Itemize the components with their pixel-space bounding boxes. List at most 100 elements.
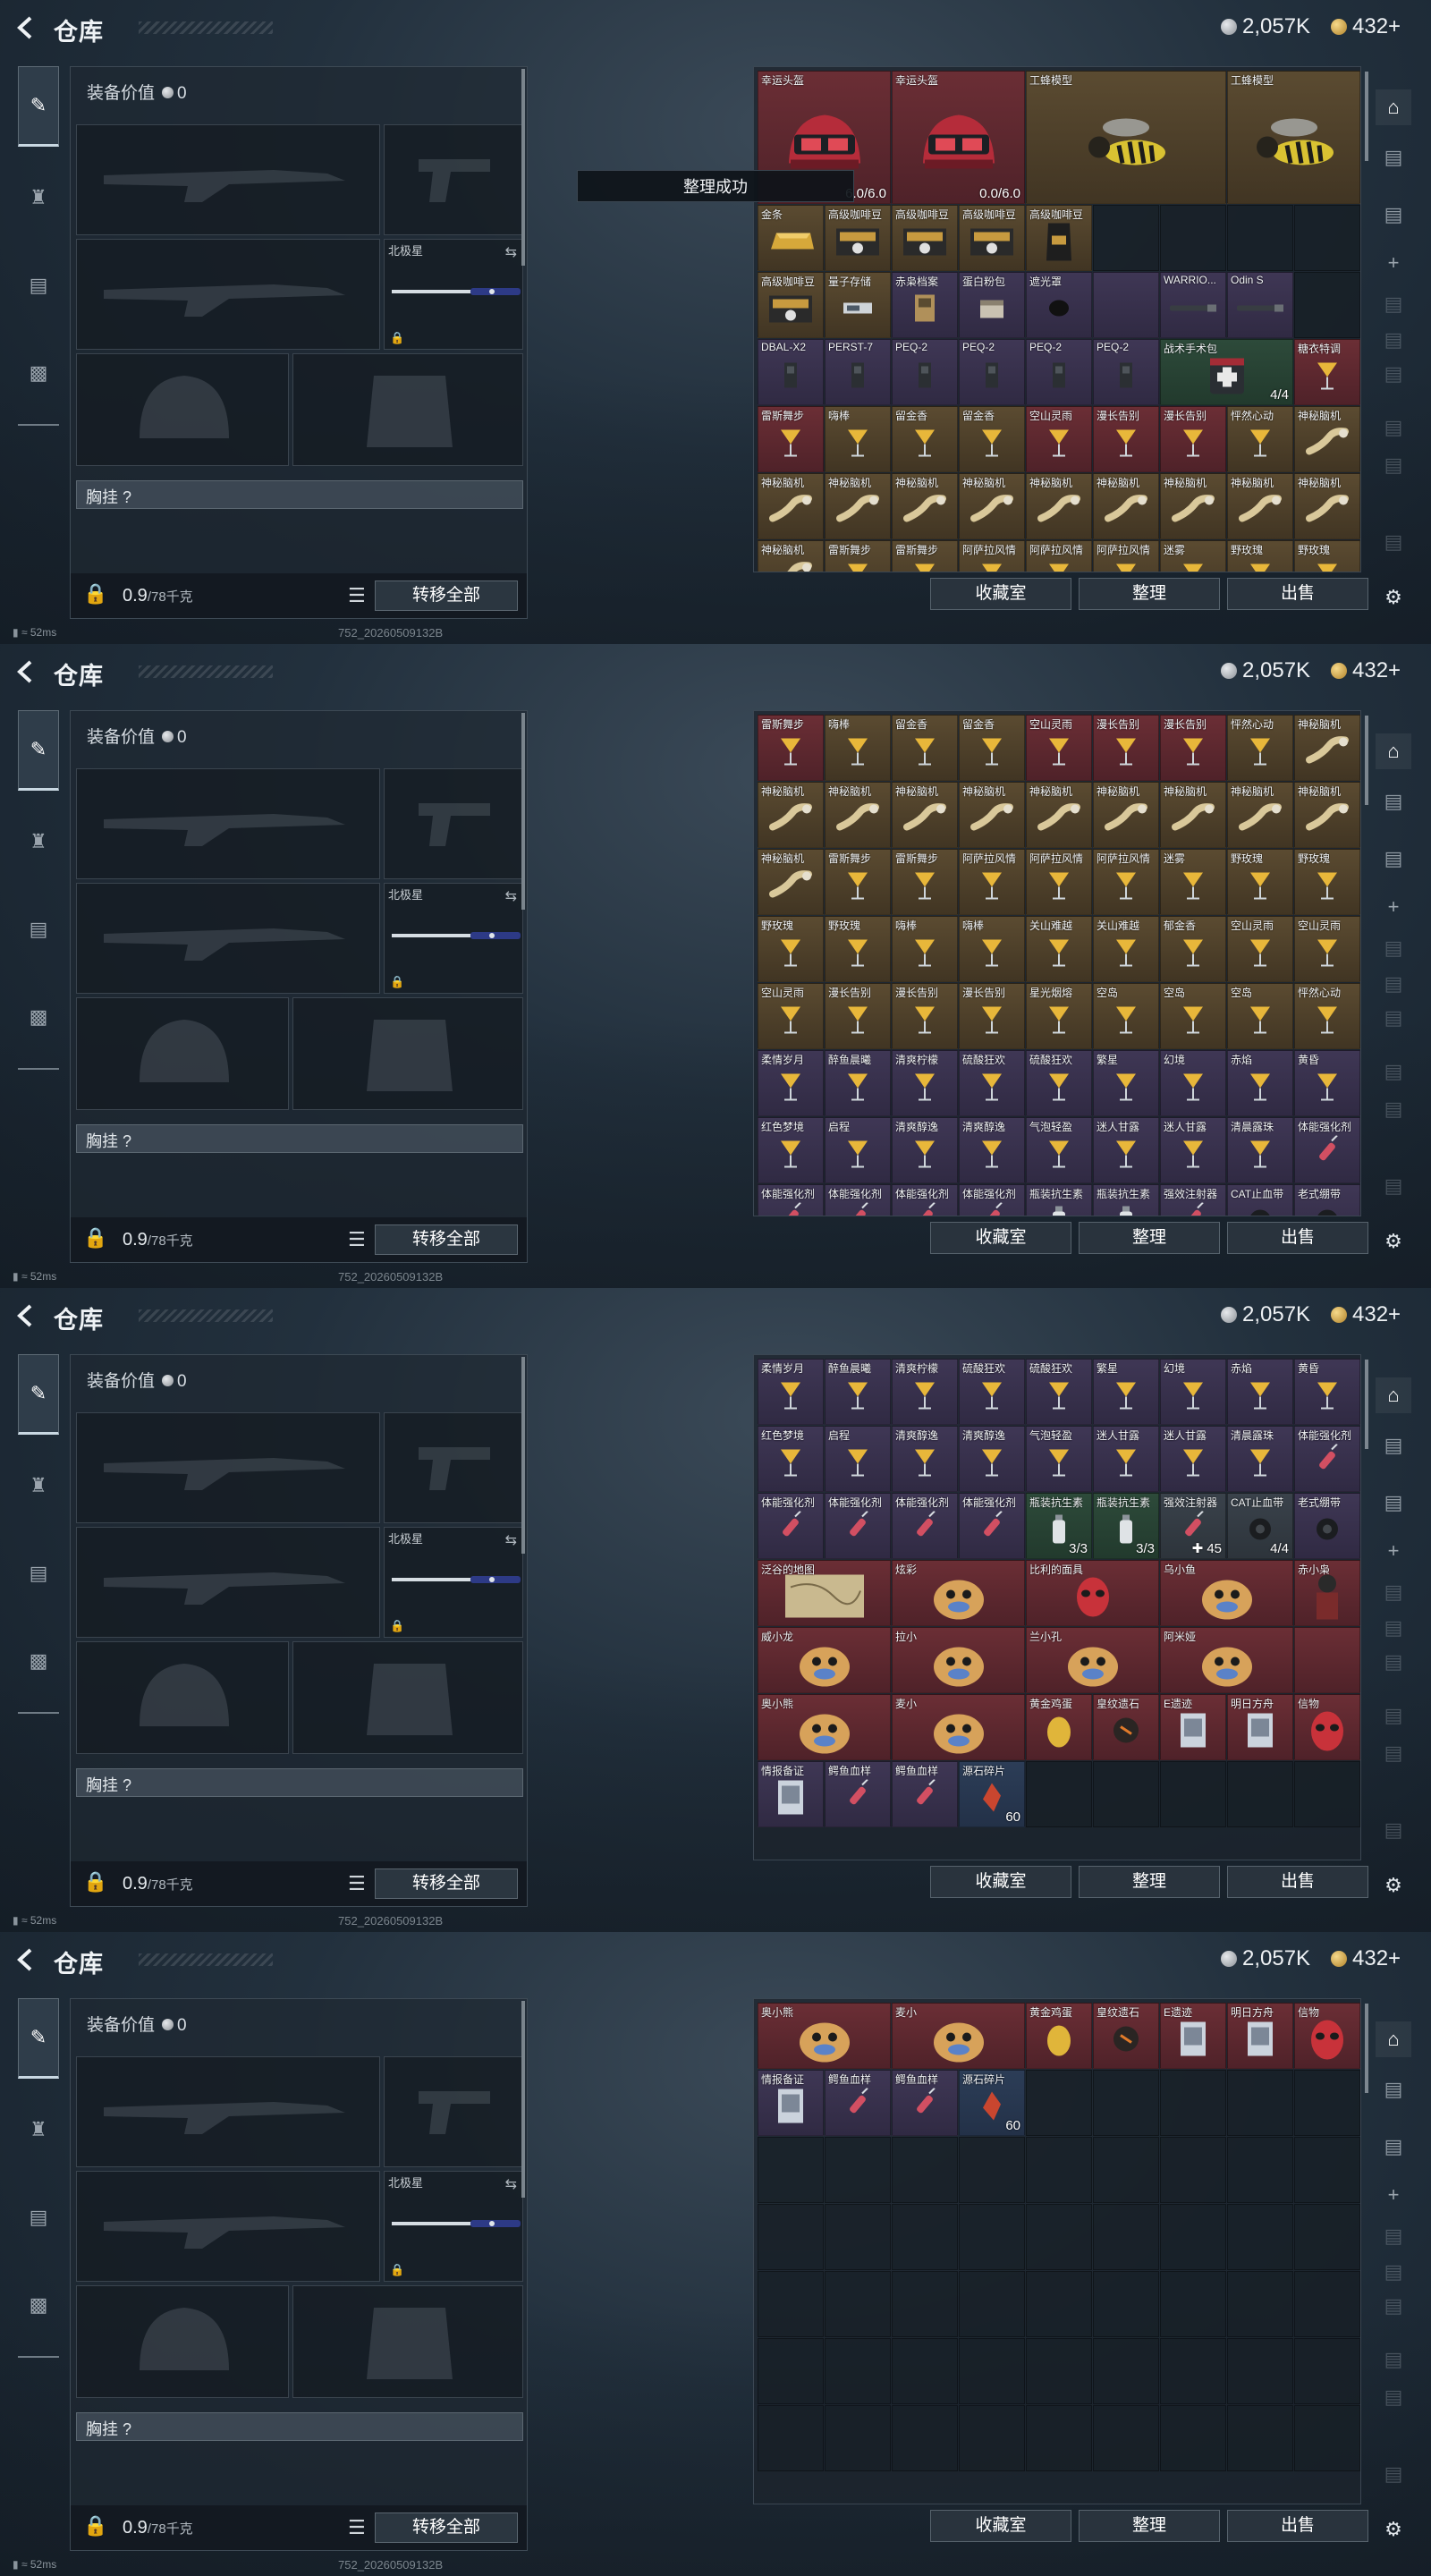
inventory-item[interactable]: 神秘脑机 (1294, 782, 1360, 848)
inventory-empty-cell[interactable] (1227, 2204, 1293, 2270)
inventory-item[interactable]: 体能强化剂 (1294, 1426, 1360, 1492)
inventory-item[interactable]: 鳄鱼血样 (892, 1761, 958, 1827)
inventory-empty-cell[interactable] (758, 2137, 824, 2203)
inventory-item[interactable]: 清晨露珠 (1227, 1117, 1293, 1183)
pistol-slot[interactable] (384, 2056, 523, 2167)
warehouse-home-icon[interactable]: ⌂ (1376, 89, 1411, 125)
sell-button[interactable]: 出售 (1227, 2510, 1368, 2542)
inventory-item[interactable]: 兰小孔 (1026, 1627, 1159, 1693)
inventory-item[interactable]: 硫酸狂欢 (1026, 1359, 1092, 1425)
inventory-item[interactable]: 漫长告别 (1093, 406, 1159, 472)
inventory-item[interactable]: 留金香 (959, 406, 1025, 472)
inventory-item[interactable]: 源石碎片 60 (959, 1761, 1025, 1827)
inventory-empty-cell[interactable] (1294, 2137, 1360, 2203)
inventory-item[interactable]: 雷斯舞步 (758, 715, 824, 781)
inventory-item[interactable]: E遗迹 (1160, 2003, 1226, 2069)
inventory-empty-cell[interactable] (892, 2405, 958, 2471)
transfer-all-button[interactable]: 转移全部 (375, 1224, 518, 1255)
inventory-empty-cell[interactable] (1093, 205, 1159, 271)
inventory-item[interactable]: 神秘脑机 (758, 473, 824, 539)
inventory-item[interactable]: 神秘脑机 (1026, 782, 1092, 848)
inventory-item[interactable]: 糖衣特调 (1294, 339, 1360, 405)
inventory-item[interactable]: 情报备证 (758, 1761, 824, 1827)
equipment-scrollbar[interactable] (521, 69, 525, 266)
inventory-item[interactable]: 繁星 (1093, 1050, 1159, 1116)
inventory-empty-cell[interactable] (1093, 2338, 1159, 2404)
inventory-item[interactable]: 雷斯舞步 (892, 540, 958, 572)
inventory-item[interactable]: 高级咖啡豆 (758, 272, 824, 338)
inventory-empty-cell[interactable] (959, 2137, 1025, 2203)
inventory-item[interactable]: CAT止血带 4/4 (1227, 1493, 1293, 1559)
inventory-item[interactable]: 雷斯舞步 (892, 849, 958, 915)
back-arrow-icon[interactable] (13, 1946, 39, 1973)
storage-tab-icon[interactable]: ▤ (1376, 2288, 1411, 2324)
pistol-slot[interactable] (384, 1412, 523, 1523)
inventory-item[interactable]: 空山灵雨 (1294, 916, 1360, 982)
inventory-item[interactable]: 比利的面具 (1026, 1560, 1159, 1626)
inventory-item[interactable]: 金条 (758, 205, 824, 271)
inventory-item[interactable]: 醉鱼晨曦 (825, 1050, 891, 1116)
silver-currency[interactable]: 2,057K (1221, 1302, 1310, 1327)
backpack-icon[interactable]: ▩ (18, 2265, 59, 2345)
inventory-item[interactable]: 硫酸狂欢 (959, 1050, 1025, 1116)
rig-icon[interactable]: ▤ (18, 2177, 59, 2258)
primary-weapon-slot[interactable] (76, 1412, 380, 1523)
inventory-item[interactable]: 迷人甘露 (1160, 1117, 1226, 1183)
inventory-item[interactable]: 嗨棒 (892, 916, 958, 982)
inventory-item[interactable]: 关山难越 (1093, 916, 1159, 982)
inventory-item[interactable]: 体能强化剂 (825, 1184, 891, 1216)
inventory-item[interactable]: 野玫瑰 (758, 916, 824, 982)
inventory-item[interactable]: 遮光罩 (1026, 272, 1092, 338)
inventory-empty-cell[interactable] (892, 2338, 958, 2404)
storage-tab-icon[interactable]: ▤ (1376, 1054, 1411, 1089)
silver-currency[interactable]: 2,057K (1221, 1946, 1310, 1971)
storage-tab-icon[interactable]: ▤ (1376, 356, 1411, 392)
chest-rig-slot[interactable]: 胸挂 ? (76, 480, 523, 509)
inventory-item[interactable]: PEQ-2 (959, 339, 1025, 405)
rig-icon[interactable]: ▤ (18, 1533, 59, 1614)
storage-tab-icon[interactable]: ▤ (1376, 1091, 1411, 1127)
inventory-item[interactable]: 奥小熊 (758, 2003, 891, 2069)
inventory-item[interactable]: 野玫瑰 (825, 916, 891, 982)
melee-slot[interactable]: 北极星 ⇆ 🔒 (384, 2171, 523, 2282)
inventory-item[interactable]: 清爽柠檬 (892, 1359, 958, 1425)
inventory-item[interactable]: 黄金鸡蛋 (1026, 1694, 1092, 1760)
inventory-item[interactable]: 赤焰 (1227, 1050, 1293, 1116)
inventory-item[interactable]: 奥小熊 (758, 1694, 891, 1760)
armor-slot[interactable] (292, 2285, 523, 2398)
inventory-empty-cell[interactable] (1160, 205, 1226, 271)
inventory-item[interactable]: DBAL-X2 (758, 339, 824, 405)
inventory-empty-cell[interactable] (1026, 2271, 1092, 2337)
inventory-empty-cell[interactable] (1026, 2338, 1092, 2404)
inventory-item[interactable]: 迷雾 (1160, 540, 1226, 572)
inventory-item[interactable]: 雷斯舞步 (825, 849, 891, 915)
inventory-empty-cell[interactable] (1160, 2338, 1226, 2404)
secondary-weapon-slot[interactable] (76, 1527, 380, 1638)
swap-icon[interactable]: ⇆ (505, 243, 517, 261)
inventory-item[interactable]: 信物 (1294, 2003, 1360, 2069)
inventory-empty-cell[interactable] (1294, 2070, 1360, 2136)
inventory-item[interactable]: 神秘脑机 (1026, 473, 1092, 539)
inventory-item[interactable]: 瓶装抗生素 (1093, 1184, 1159, 1216)
sell-button[interactable]: 出售 (1227, 1866, 1368, 1898)
inventory-item[interactable]: 怦然心动 (1227, 406, 1293, 472)
inventory-item[interactable]: 清晨露珠 (1227, 1426, 1293, 1492)
inventory-item[interactable]: 野玫瑰 (1227, 540, 1293, 572)
inventory-empty-cell[interactable] (959, 2204, 1025, 2270)
inventory-item[interactable]: 阿米娅 (1160, 1627, 1293, 1693)
inventory-item[interactable]: 星光烟熔 (1026, 983, 1092, 1049)
swap-icon[interactable]: ⇆ (505, 887, 517, 905)
inventory-item[interactable]: 神秘脑机 (892, 473, 958, 539)
inventory-item[interactable]: 高级咖啡豆 (959, 205, 1025, 271)
inventory-item[interactable]: 阿萨拉风情 (959, 540, 1025, 572)
inventory-item[interactable]: 幻境 (1160, 1050, 1226, 1116)
inventory-empty-cell[interactable] (1160, 2137, 1226, 2203)
storage-tab-icon[interactable]: ▤ (1376, 1735, 1411, 1771)
inventory-item[interactable]: 神秘脑机 (1093, 782, 1159, 848)
inventory-item[interactable]: 明日方舟 (1227, 1694, 1293, 1760)
storage-tab-icon[interactable]: ▤ (1376, 1644, 1411, 1680)
inventory-item[interactable]: 漫长告别 (1160, 715, 1226, 781)
warehouse-home-icon[interactable]: ⌂ (1376, 1377, 1411, 1413)
storage-tab-icon[interactable]: ▤ (1376, 1574, 1411, 1610)
inventory-item[interactable]: E遗迹 (1160, 1694, 1226, 1760)
